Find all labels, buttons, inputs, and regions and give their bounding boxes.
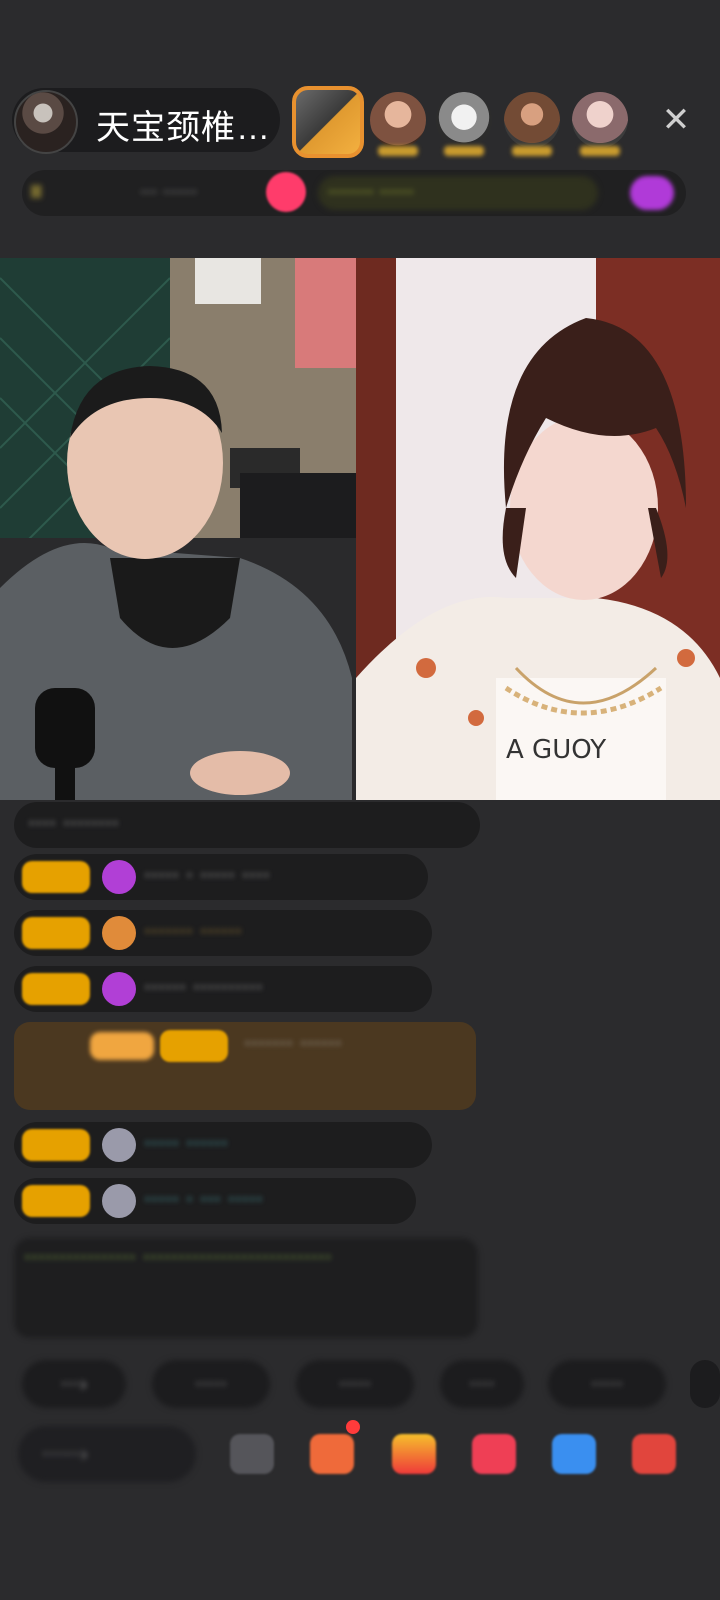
guest-video-image	[0, 258, 356, 800]
gift-icon[interactable]	[630, 176, 674, 210]
level-badge	[22, 1129, 90, 1161]
chat-message[interactable]: ····· · ··· ·····	[14, 1178, 416, 1224]
notice-banner[interactable]: ········ ······	[318, 176, 598, 210]
gem-icon	[102, 860, 136, 894]
close-icon[interactable]: ✕	[656, 100, 696, 140]
host-video-image: A GUOY	[356, 258, 720, 800]
quick-chip[interactable]: ·····	[296, 1360, 414, 1408]
quick-chip[interactable]: ·····	[548, 1360, 666, 1408]
level-badge	[22, 973, 90, 1005]
quick-chip[interactable]: ·····	[152, 1360, 270, 1408]
notification-dot	[346, 1420, 360, 1434]
level-badge	[22, 861, 90, 893]
chat-message[interactable]: ····· · ····· ····	[14, 854, 428, 900]
gift-message[interactable]: ······· ······	[14, 1022, 476, 1110]
level-badge	[22, 917, 90, 949]
system-notice: ················ ·······················…	[14, 1238, 478, 1338]
host-avatar[interactable]	[14, 90, 78, 154]
chat-message[interactable]: ···· ········	[14, 802, 480, 848]
audience-avatar[interactable]	[370, 92, 426, 156]
host-name: 天宝颈椎…	[96, 109, 271, 147]
more-icon[interactable]	[632, 1434, 676, 1474]
audience-avatar[interactable]	[436, 92, 492, 156]
share-icon[interactable]	[552, 1434, 596, 1474]
quick-chip[interactable]	[690, 1360, 720, 1408]
chat-message[interactable]: ······· ······	[14, 910, 432, 956]
audience-avatar[interactable]	[292, 86, 364, 158]
chat-input[interactable]: ······›	[18, 1426, 196, 1482]
chat-message[interactable]: ······ ··········	[14, 966, 432, 1012]
emoji-icon[interactable]	[230, 1434, 274, 1474]
audience-avatar[interactable]	[572, 92, 628, 156]
level-badge	[160, 1030, 228, 1062]
game-icon[interactable]	[310, 1434, 354, 1474]
popularity-text: ··· ······	[140, 182, 198, 203]
audience-avatar[interactable]	[504, 92, 560, 156]
guest-video[interactable]	[0, 258, 356, 800]
avatar	[102, 1128, 136, 1162]
avatar	[102, 1184, 136, 1218]
svg-text:A GUOY: A GUOY	[506, 735, 606, 765]
rank-badge[interactable]: Ⅲ	[30, 176, 120, 210]
gift-icon[interactable]	[472, 1434, 516, 1474]
quick-chip[interactable]: ···›	[22, 1360, 126, 1408]
chat-message[interactable]: ····· ······	[14, 1122, 432, 1168]
quick-chip[interactable]: ····	[440, 1360, 524, 1408]
heart-icon[interactable]	[266, 172, 306, 212]
gift-box-icon[interactable]	[392, 1434, 436, 1474]
level-badge	[22, 1185, 90, 1217]
badge-icon	[102, 916, 136, 950]
host-video[interactable]: A GUOY	[356, 258, 720, 800]
gem-icon	[102, 972, 136, 1006]
